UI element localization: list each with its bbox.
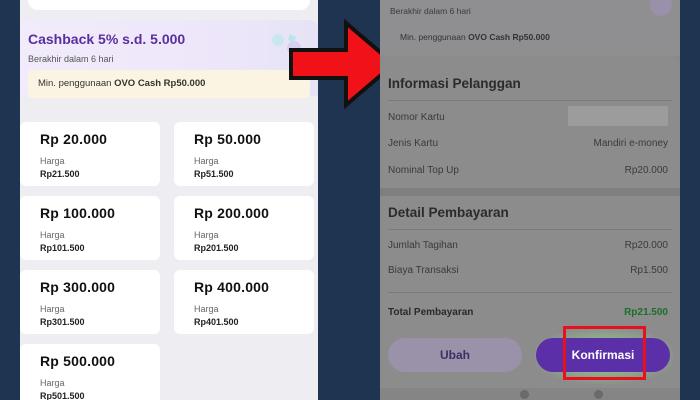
denomination-card-400000[interactable]: Rp 400.000 Harga Rp401.500 <box>174 270 314 334</box>
promo-expiry: Berakhir dalam 6 hari <box>28 54 114 64</box>
card-number-redacted <box>568 106 668 126</box>
highlight-box <box>563 326 646 380</box>
system-navbar <box>380 388 680 400</box>
denomination-card-50000[interactable]: Rp 50.000 Harga Rp51.500 <box>174 122 314 186</box>
fee-value: Rp1.500 <box>630 265 668 276</box>
price-label: Harga <box>194 230 219 240</box>
price-label: Harga <box>40 230 65 240</box>
bill-label: Jumlah Tagihan <box>388 240 458 251</box>
price-label: Harga <box>40 304 65 314</box>
denomination-card-20000[interactable]: Rp 20.000 Harga Rp21.500 <box>20 122 160 186</box>
min-usage-prefix: Min. penggunaan <box>400 32 469 42</box>
divider <box>388 229 672 230</box>
denomination-amount: Rp 200.000 <box>194 205 270 221</box>
topup-value: Rp20.000 <box>624 165 668 176</box>
total-label: Total Pembayaran <box>388 307 474 318</box>
denomination-amount: Rp 500.000 <box>40 353 116 369</box>
price-value: Rp301.500 <box>40 317 85 327</box>
left-phone-screen: Cashback 5% s.d. 5.000 Berakhir dalam 6 … <box>20 0 318 400</box>
price-value: Rp201.500 <box>194 243 239 253</box>
denomination-card-100000[interactable]: Rp 100.000 Harga Rp101.500 <box>20 196 160 260</box>
promo-decoration-icon <box>650 0 672 16</box>
customer-info-title: Informasi Pelanggan <box>388 76 521 91</box>
price-label: Harga <box>40 378 65 388</box>
card-type-value: Mandiri e-money <box>593 138 668 149</box>
top-card-edge <box>28 0 310 10</box>
fee-label: Biaya Transaksi <box>388 265 459 276</box>
promo-expiry: Berakhir dalam 6 hari <box>390 6 471 16</box>
price-label: Harga <box>194 304 219 314</box>
denomination-card-200000[interactable]: Rp 200.000 Harga Rp201.500 <box>174 196 314 260</box>
change-button[interactable]: Ubah <box>388 338 522 372</box>
min-usage-note: Min. penggunaan OVO Cash Rp50.000 <box>400 32 550 42</box>
dimmed-promo-header: Berakhir dalam 6 hari Min. penggunaan OV… <box>380 0 680 56</box>
home-icon[interactable] <box>520 390 529 399</box>
price-label: Harga <box>40 156 65 166</box>
card-number-label: Nomor Kartu <box>388 112 445 123</box>
bill-value: Rp20.000 <box>624 240 668 251</box>
topup-label: Nominal Top Up <box>388 165 459 176</box>
price-value: Rp21.500 <box>40 169 80 179</box>
min-usage-amount: OVO Cash Rp50.000 <box>468 32 550 42</box>
denomination-amount: Rp 300.000 <box>40 279 116 295</box>
price-label: Harga <box>194 156 219 166</box>
denomination-card-500000[interactable]: Rp 500.000 Harga Rp501.500 <box>20 344 160 400</box>
divider <box>388 292 672 293</box>
divider <box>388 100 672 101</box>
denomination-amount: Rp 400.000 <box>194 279 270 295</box>
price-value: Rp401.500 <box>194 317 239 327</box>
min-usage-prefix: Min. penggunaan <box>38 78 115 89</box>
price-value: Rp501.500 <box>40 391 85 400</box>
price-value: Rp51.500 <box>194 169 234 179</box>
min-usage-note: Min. penggunaan OVO Cash Rp50.000 <box>28 70 310 98</box>
denomination-amount: Rp 20.000 <box>40 131 108 147</box>
total-value: Rp21.500 <box>624 307 668 318</box>
min-usage-amount: OVO Cash Rp50.000 <box>114 78 206 89</box>
back-icon[interactable] <box>594 390 603 399</box>
payment-detail-title: Detail Pembayaran <box>388 205 509 220</box>
promo-title: Cashback 5% s.d. 5.000 <box>28 31 186 47</box>
denomination-amount: Rp 100.000 <box>40 205 116 221</box>
price-value: Rp101.500 <box>40 243 85 253</box>
denomination-card-300000[interactable]: Rp 300.000 Harga Rp301.500 <box>20 270 160 334</box>
card-type-label: Jenis Kartu <box>388 138 439 149</box>
section-separator <box>380 188 680 196</box>
denomination-amount: Rp 50.000 <box>194 131 262 147</box>
